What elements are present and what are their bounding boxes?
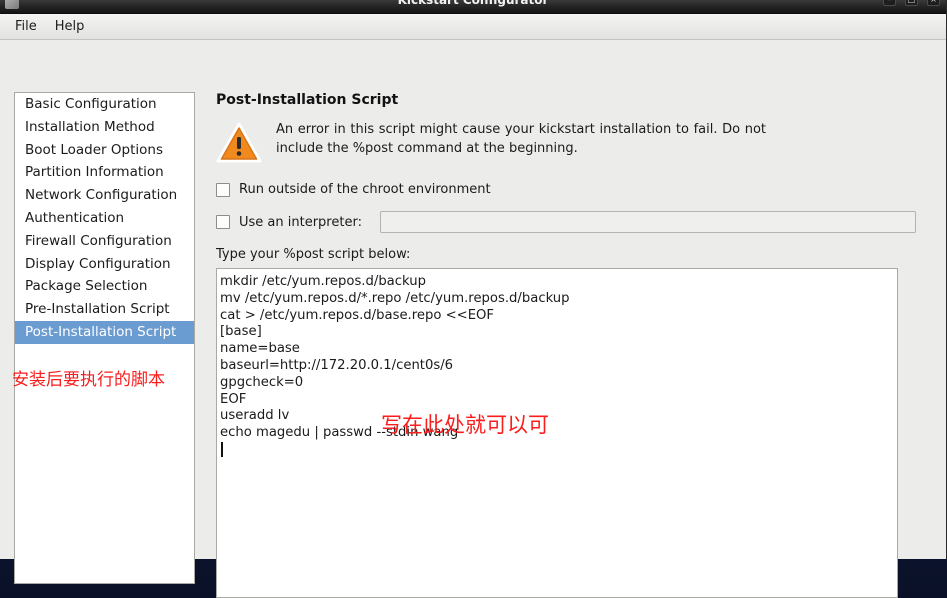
sidebar-item-network-configuration[interactable]: Network Configuration (15, 184, 194, 207)
interpreter-row: Use an interpreter: (216, 211, 916, 233)
menu-bar: File Help (0, 14, 946, 40)
interpreter-input[interactable] (379, 211, 916, 233)
script-content: mkdir /etc/yum.repos.d/backup mv /etc/yu… (220, 274, 570, 441)
interpreter-checkbox[interactable] (216, 215, 230, 229)
navigation-list[interactable]: Basic Configuration Installation Method … (14, 92, 195, 584)
sidebar-item-partition-information[interactable]: Partition Information (15, 161, 194, 184)
window-controls: – □ × (883, 0, 940, 6)
post-installation-panel: Post-Installation Script An error in thi… (216, 92, 916, 598)
sidebar-item-authentication[interactable]: Authentication (15, 207, 194, 230)
annotation-script-note: 写在此处就可以可 (381, 413, 549, 437)
maximize-button[interactable]: □ (905, 0, 918, 6)
sidebar-item-installation-method[interactable]: Installation Method (15, 116, 194, 139)
page-title: Post-Installation Script (216, 92, 399, 108)
annotation-sidebar-note: 安装后要执行的脚本 (12, 370, 165, 390)
menu-help[interactable]: Help (46, 16, 94, 37)
sidebar-item-pre-installation-script[interactable]: Pre-Installation Script (15, 298, 194, 321)
application-window: Kickstart Configurator – □ × File Help B… (0, 0, 947, 598)
warning-triangle-icon (216, 122, 262, 168)
window-titlebar[interactable]: Kickstart Configurator – □ × (0, 0, 946, 14)
window-title: Kickstart Configurator (397, 0, 549, 7)
warning-text: An error in this script might cause your… (276, 122, 766, 156)
sidebar-item-package-selection[interactable]: Package Selection (15, 275, 194, 298)
warning-banner: An error in this script might cause your… (216, 120, 916, 168)
sidebar-item-firewall-configuration[interactable]: Firewall Configuration (15, 230, 194, 253)
sidebar-item-display-configuration[interactable]: Display Configuration (15, 253, 194, 276)
sidebar-item-basic-configuration[interactable]: Basic Configuration (15, 93, 194, 116)
sidebar-item-boot-loader-options[interactable]: Boot Loader Options (15, 139, 194, 162)
menu-file[interactable]: File (6, 16, 46, 37)
sidebar-item-post-installation-script[interactable]: Post-Installation Script (15, 320, 194, 344)
text-caret (221, 442, 223, 457)
script-label: Type your %post script below: (216, 247, 411, 262)
desktop-background: Kickstart Configurator – □ × File Help B… (0, 0, 947, 598)
main-content: Basic Configuration Installation Method … (0, 40, 946, 598)
chroot-checkbox-row[interactable]: Run outside of the chroot environment (216, 182, 916, 197)
interpreter-checkbox-label: Use an interpreter: (239, 214, 362, 230)
script-textarea[interactable]: mkdir /etc/yum.repos.d/backup mv /etc/yu… (216, 268, 898, 598)
chroot-checkbox[interactable] (216, 182, 230, 197)
minimize-button[interactable]: – (883, 0, 896, 6)
chroot-checkbox-label: Run outside of the chroot environment (239, 182, 491, 197)
close-button[interactable]: × (927, 0, 940, 6)
